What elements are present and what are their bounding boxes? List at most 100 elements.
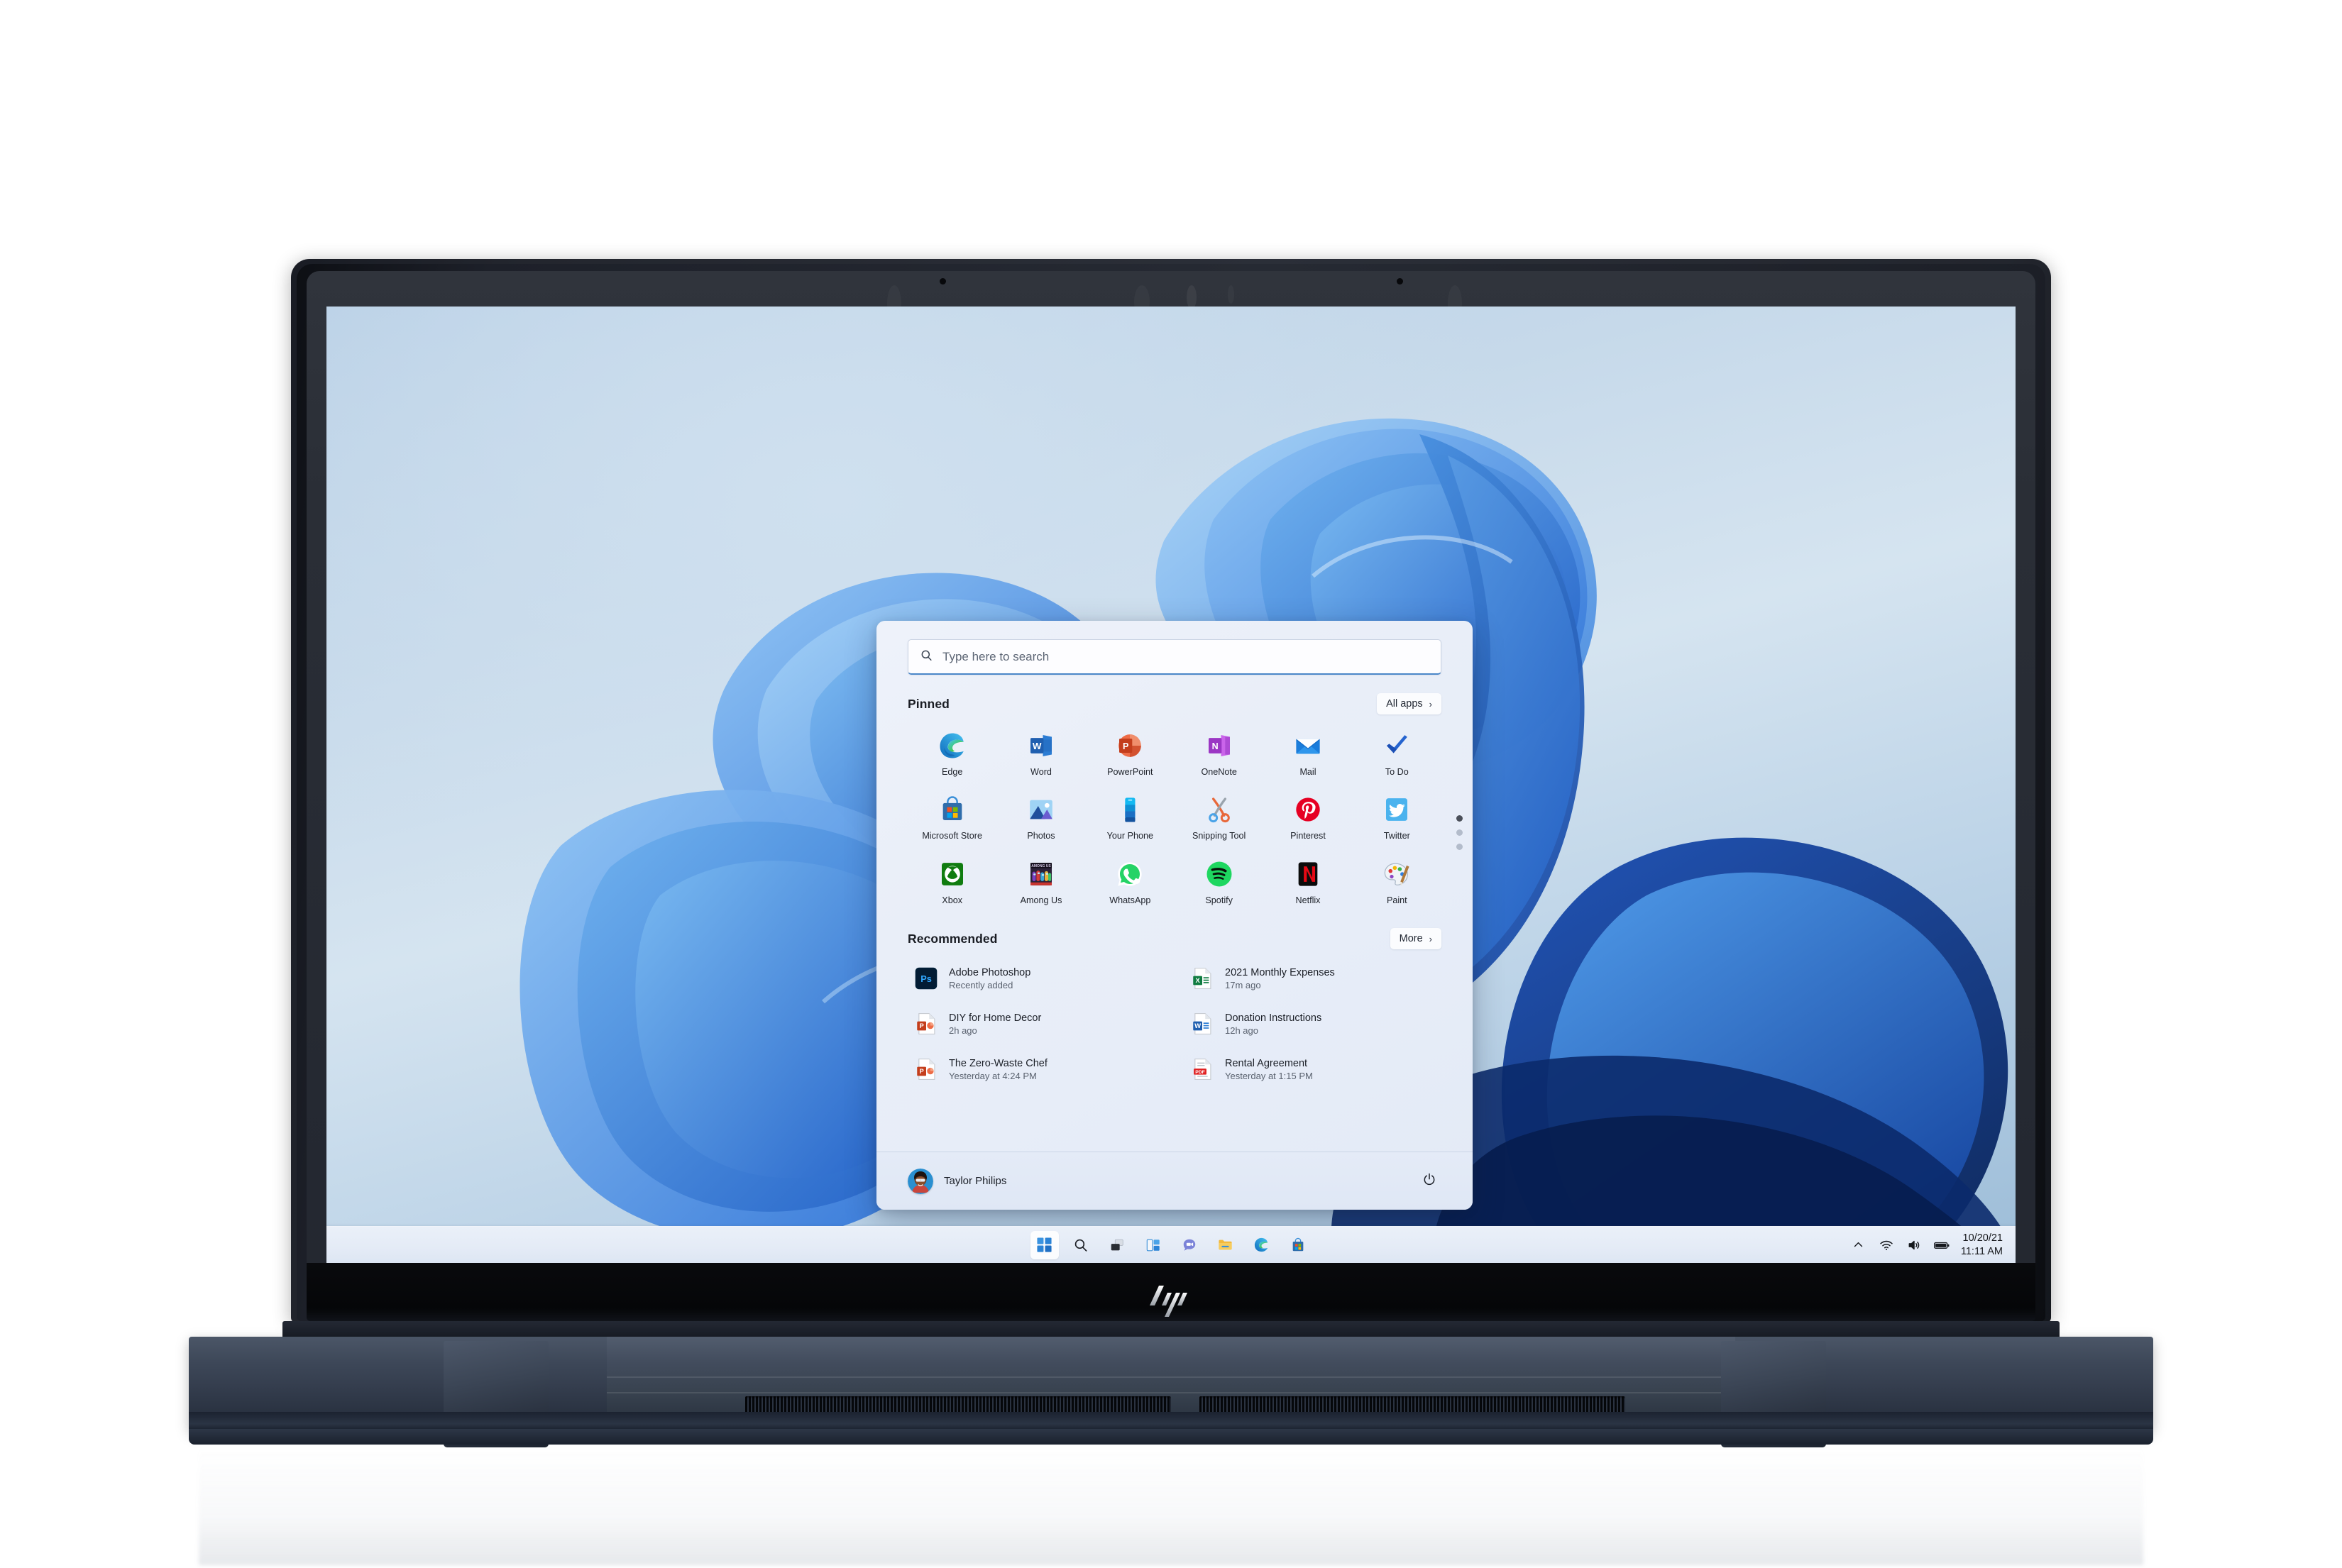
pinned-app-twitter[interactable]: Twitter bbox=[1353, 788, 1441, 845]
recommended-header: Recommended More › bbox=[908, 928, 1441, 950]
pinned-app-photos[interactable]: Photos bbox=[996, 788, 1085, 845]
pdf-file-icon: PDF bbox=[1189, 1056, 1215, 1082]
svg-text:N: N bbox=[1211, 741, 1218, 751]
base-groove-2 bbox=[607, 1392, 1735, 1393]
svg-text:P: P bbox=[1123, 741, 1128, 751]
user-name: Taylor Philips bbox=[944, 1175, 1007, 1187]
pinned-app-label: Edge bbox=[941, 767, 963, 777]
start-search-area: Type here to search bbox=[876, 621, 1473, 675]
pinned-app-pinterest[interactable]: Pinterest bbox=[1263, 788, 1352, 845]
recommended-item-name: DIY for Home Decor bbox=[949, 1012, 1042, 1024]
pinned-app-mail[interactable]: Mail bbox=[1263, 724, 1352, 781]
wifi-icon[interactable] bbox=[1878, 1237, 1895, 1254]
pinned-app-paint[interactable]: Paint bbox=[1353, 853, 1441, 910]
recommended-item[interactable]: W Donation Instructions 12h ago bbox=[1184, 1006, 1441, 1042]
laptop-device: Type here to search Pinned All apps › Ed… bbox=[0, 0, 2342, 1568]
search-input[interactable]: Type here to search bbox=[908, 639, 1441, 675]
netflix-icon bbox=[1292, 858, 1324, 890]
start-menu: Type here to search Pinned All apps › Ed… bbox=[876, 621, 1473, 1210]
recommended-item-name: Donation Instructions bbox=[1225, 1012, 1322, 1024]
word-icon: W bbox=[1025, 729, 1057, 762]
recommended-item-meta: 12h ago bbox=[1225, 1025, 1258, 1036]
folder-icon bbox=[1217, 1237, 1233, 1253]
date-text: 10/20/21 bbox=[1962, 1232, 2003, 1244]
pinned-app-onenote[interactable]: N OneNote bbox=[1175, 724, 1263, 781]
start-button[interactable] bbox=[1030, 1230, 1059, 1259]
microsoft-store-icon bbox=[1290, 1237, 1306, 1253]
svg-text:P: P bbox=[920, 1068, 924, 1075]
widgets-button[interactable] bbox=[1139, 1231, 1167, 1259]
chevron-right-icon: › bbox=[1429, 933, 1432, 944]
surface-reflection bbox=[199, 1445, 2143, 1565]
photoshop-icon: Ps bbox=[913, 966, 939, 991]
svg-text:X: X bbox=[1196, 977, 1201, 984]
pinned-app-label: Microsoft Store bbox=[922, 831, 982, 841]
pinned-app-spotify[interactable]: Spotify bbox=[1175, 853, 1263, 910]
pinned-app-label: Photos bbox=[1027, 831, 1055, 841]
snipping-tool-icon bbox=[1203, 793, 1236, 826]
pinned-app-label: Twitter bbox=[1383, 831, 1410, 841]
task-view-button[interactable] bbox=[1103, 1231, 1131, 1259]
svg-text:Ps: Ps bbox=[920, 974, 932, 985]
pagination-dot-1[interactable] bbox=[1456, 815, 1463, 822]
powerpoint-icon: P bbox=[1114, 729, 1146, 762]
battery-icon[interactable] bbox=[1933, 1237, 1950, 1254]
store-button[interactable] bbox=[1284, 1231, 1312, 1259]
pinned-pagination[interactable] bbox=[1456, 815, 1463, 850]
twitter-icon bbox=[1380, 793, 1413, 826]
recommended-item[interactable]: X 2021 Monthly Expenses 17m ago bbox=[1184, 961, 1441, 996]
pagination-dot-2[interactable] bbox=[1456, 829, 1463, 836]
more-label: More bbox=[1399, 933, 1423, 945]
user-account-button[interactable]: Taylor Philips bbox=[908, 1168, 1007, 1194]
pinned-app-to-do[interactable]: To Do bbox=[1353, 724, 1441, 781]
clock[interactable]: 10/20/21 11:11 AM bbox=[1961, 1232, 2003, 1257]
pinned-app-label: Among Us bbox=[1020, 895, 1062, 905]
microsoft-store-icon bbox=[936, 793, 969, 826]
pinned-app-grid: Edge W Word P PowerPoint N OneNote Mail … bbox=[908, 724, 1463, 910]
recommended-item-name: Rental Agreement bbox=[1225, 1057, 1308, 1069]
pagination-dot-3[interactable] bbox=[1456, 844, 1463, 850]
pinned-app-word[interactable]: W Word bbox=[996, 724, 1085, 781]
paint-icon bbox=[1380, 858, 1413, 890]
edge-button[interactable] bbox=[1248, 1231, 1276, 1259]
pinned-app-edge[interactable]: Edge bbox=[908, 724, 996, 781]
pinned-app-netflix[interactable]: Netflix bbox=[1263, 853, 1352, 910]
pinned-app-powerpoint[interactable]: P PowerPoint bbox=[1086, 724, 1175, 781]
recommended-item[interactable]: P The Zero-Waste Chef Yesterday at 4:24 … bbox=[908, 1051, 1165, 1087]
pinned-app-whatsapp[interactable]: WhatsApp bbox=[1086, 853, 1175, 910]
task-view-icon bbox=[1109, 1237, 1125, 1253]
ir-sensor bbox=[1187, 285, 1197, 309]
system-tray: 10/20/21 11:11 AM bbox=[1850, 1227, 2006, 1263]
pinned-app-snipping-tool[interactable]: Snipping Tool bbox=[1175, 788, 1263, 845]
file-explorer-button[interactable] bbox=[1211, 1231, 1240, 1259]
teams-chat-icon bbox=[1182, 1237, 1197, 1253]
edge-icon bbox=[1253, 1237, 1270, 1253]
pinned-app-label: Word bbox=[1030, 767, 1052, 777]
chevron-up-icon[interactable] bbox=[1850, 1237, 1867, 1254]
pinned-app-label: Spotify bbox=[1205, 895, 1233, 905]
recommended-item-name: The Zero-Waste Chef bbox=[949, 1057, 1048, 1069]
excel-file-icon: X bbox=[1189, 966, 1215, 991]
recommended-item[interactable]: PDF Rental Agreement Yesterday at 1:15 P… bbox=[1184, 1051, 1441, 1087]
power-button[interactable] bbox=[1417, 1169, 1441, 1193]
webcam-dot-right bbox=[1397, 278, 1403, 285]
pinned-app-microsoft-store[interactable]: Microsoft Store bbox=[908, 788, 996, 845]
pinned-app-among-us[interactable]: AMONG US Among Us bbox=[996, 853, 1085, 910]
pinned-app-label: PowerPoint bbox=[1107, 767, 1153, 777]
recommended-item[interactable]: P DIY for Home Decor 2h ago bbox=[908, 1006, 1165, 1042]
recommended-item[interactable]: Ps Adobe Photoshop Recently added bbox=[908, 961, 1165, 996]
pinned-app-xbox[interactable]: Xbox bbox=[908, 853, 996, 910]
xbox-icon bbox=[936, 858, 969, 890]
start-menu-body: Pinned All apps › Edge W Word P PowerPoi… bbox=[876, 675, 1473, 1152]
pinned-app-your-phone[interactable]: Your Phone bbox=[1086, 788, 1175, 845]
chat-button[interactable] bbox=[1175, 1231, 1204, 1259]
search-button[interactable] bbox=[1067, 1231, 1095, 1259]
speaker-icon[interactable] bbox=[1906, 1237, 1923, 1254]
display-screen: Type here to search Pinned All apps › Ed… bbox=[326, 307, 2016, 1263]
whatsapp-icon bbox=[1114, 858, 1146, 890]
start-menu-footer: Taylor Philips bbox=[876, 1152, 1473, 1210]
onenote-icon: N bbox=[1203, 729, 1236, 762]
all-apps-button[interactable]: All apps › bbox=[1377, 693, 1441, 714]
recommended-item-name: 2021 Monthly Expenses bbox=[1225, 966, 1335, 978]
more-button[interactable]: More › bbox=[1390, 928, 1441, 950]
